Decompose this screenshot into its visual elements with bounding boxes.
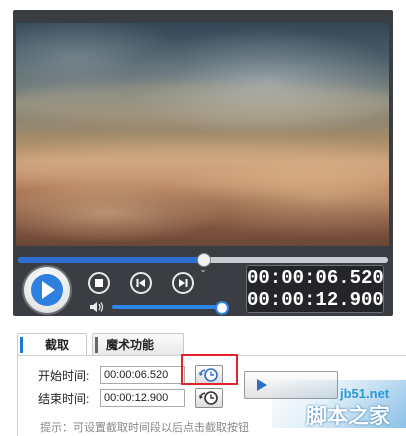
watermark-name: 脚本之家: [306, 405, 390, 428]
tab-label: 魔术功能: [106, 338, 155, 352]
play-icon: [31, 274, 63, 306]
clock-icon: [199, 391, 218, 405]
volume-slider[interactable]: [112, 305, 222, 309]
next-frame-button[interactable]: [172, 272, 194, 294]
video-preview[interactable]: [16, 23, 389, 246]
end-time-label: 结束时间:: [38, 392, 90, 406]
cloud-layer: [16, 83, 389, 123]
tab-label: 截取: [45, 338, 70, 352]
stop-icon: [95, 279, 103, 287]
play-button[interactable]: [24, 267, 70, 313]
watermark-site: jb51.net: [340, 386, 390, 401]
seek-bar[interactable]: [18, 253, 388, 267]
stop-button[interactable]: [88, 272, 110, 294]
volume-slider-handle[interactable]: [215, 301, 229, 315]
start-time-label: 开始时间:: [38, 369, 90, 383]
set-end-time-button[interactable]: [195, 388, 223, 408]
end-time-field[interactable]: 00:00:12.900: [100, 389, 185, 407]
cloud-layer: [16, 193, 389, 246]
tab-magic[interactable]: 魔术功能: [92, 333, 184, 356]
video-player: ⌄ 00:00:06.520 00:00:12.900: [13, 10, 393, 316]
cloud-layer: [16, 143, 389, 193]
hint-text: 提示：可设置截取时间段以后点击截取按钮: [40, 422, 249, 434]
highlight-box: [181, 354, 238, 385]
current-time: 00:00:06.520: [247, 267, 384, 289]
previous-frame-button[interactable]: [130, 272, 152, 294]
total-time: 00:00:12.900: [247, 289, 384, 311]
chevron-down-icon[interactable]: ⌄: [195, 264, 211, 274]
tab-accent: [95, 337, 98, 353]
play-icon: [257, 379, 267, 391]
step-forward-icon: [179, 279, 188, 287]
seek-bar-fill: [18, 257, 203, 263]
tab-clip[interactable]: 截取: [17, 333, 87, 356]
step-back-icon: [136, 279, 145, 287]
start-time-field[interactable]: 00:00:06.520: [100, 366, 185, 384]
time-display: 00:00:06.520 00:00:12.900: [246, 265, 384, 313]
volume-icon[interactable]: [89, 300, 105, 314]
tab-accent: [20, 337, 23, 353]
